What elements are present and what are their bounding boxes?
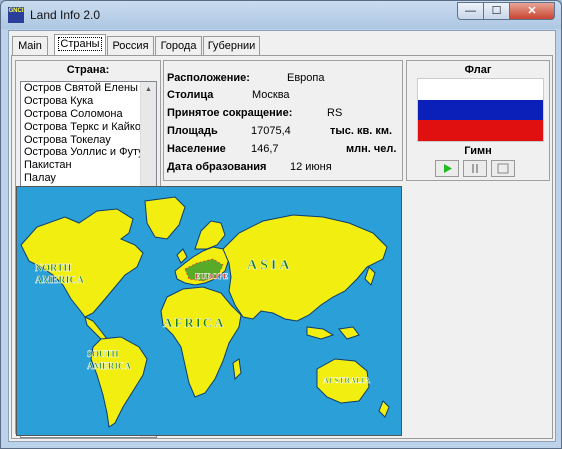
country-list-item[interactable]: Острова Кука: [22, 95, 141, 108]
flag-title: Флаг: [464, 64, 492, 76]
stop-button[interactable]: [491, 160, 515, 177]
tab-cities[interactable]: Города: [155, 36, 202, 55]
stop-icon: [497, 163, 509, 174]
country-list-item[interactable]: Остров Святой Елены: [22, 82, 141, 95]
scroll-up-icon[interactable]: ▲: [141, 82, 156, 97]
abbr-row: Принятое сокращение: RS: [167, 107, 342, 119]
area-label: Площадь: [167, 125, 218, 137]
tab-provinces[interactable]: Губернии: [203, 36, 260, 55]
founded-label: Дата образования: [167, 161, 267, 173]
location-value: Европа: [287, 72, 325, 84]
abbr-label: Принятое сокращение:: [167, 107, 293, 119]
country-list-item[interactable]: Палау: [22, 172, 141, 185]
close-button[interactable]: ✕: [509, 2, 555, 20]
flag-stripe-bottom: [418, 120, 543, 141]
country-list-item[interactable]: Острова Соломона: [22, 108, 141, 121]
tab-main[interactable]: Main: [12, 36, 48, 55]
capital-label: Столица: [167, 89, 214, 101]
map-label-south-america-2: AMERICA: [87, 361, 131, 371]
pause-button[interactable]: [463, 160, 487, 177]
tab-countries[interactable]: Страны: [54, 34, 106, 56]
minimize-button[interactable]: —: [457, 2, 484, 20]
country-flag: [417, 78, 544, 142]
info-group: Расположение: Европа Столица Москва Прин…: [163, 60, 403, 181]
play-button[interactable]: [435, 160, 459, 177]
map-label-asia: ASIA: [247, 258, 292, 273]
title-bar[interactable]: GNCI Land Info 2.0 — ☐ ✕: [1, 1, 561, 29]
world-map-graphic: NORTH AMERICA SOUTH AMERICA EUROPE AFRIC…: [17, 187, 401, 435]
population-value: 146,7: [251, 143, 279, 155]
country-list-item[interactable]: Пакистан: [22, 159, 141, 172]
country-list-item[interactable]: Острова Теркс и Кайкос: [22, 121, 141, 134]
area-value: 17075,4: [251, 125, 291, 137]
location-row: Расположение: Европа: [167, 72, 325, 84]
main-window: GNCI Land Info 2.0 — ☐ ✕ Main Страны Рос…: [0, 0, 562, 449]
client-area: Main Страны Россия Города Губернии Стран…: [8, 30, 556, 442]
app-icon: GNCI: [8, 7, 24, 23]
abbr-value: RS: [327, 107, 343, 119]
map-label-europe: EUROPE: [195, 272, 228, 281]
map-label-africa: AFRICA: [163, 315, 226, 330]
area-row: Площадь 17075,4 тыс. кв. км.: [167, 125, 403, 137]
tab-panel: Страна: Остров Святой Елены Острова Кука О…: [11, 55, 553, 439]
anthem-label: Гимн: [464, 145, 492, 157]
window-title: Land Info 2.0: [30, 8, 101, 22]
capital-row: Столица Москва: [167, 89, 290, 101]
founded-value: 12 июня: [290, 161, 332, 173]
world-map[interactable]: NORTH AMERICA SOUTH AMERICA EUROPE AFRIC…: [16, 186, 402, 436]
flag-stripe-middle: [418, 99, 543, 121]
capital-value: Москва: [252, 89, 290, 101]
map-label-north-america-2: AMERICA: [35, 275, 85, 286]
map-label-south-america-1: SOUTH: [87, 349, 119, 359]
population-unit: млн. чел.: [346, 143, 397, 155]
population-label: Население: [167, 143, 226, 155]
maximize-button[interactable]: ☐: [483, 2, 510, 20]
area-unit: тыс. кв. км.: [330, 125, 393, 137]
map-label-north-america-1: NORTH: [35, 263, 72, 274]
founded-row: Дата образования 12 июня: [167, 161, 332, 173]
population-row: Население 146,7 млн. чел.: [167, 143, 403, 155]
play-icon: [444, 164, 452, 173]
location-label: Расположение:: [167, 72, 250, 84]
flag-stripe-top: [418, 79, 543, 100]
tab-russia[interactable]: Россия: [107, 36, 154, 55]
country-list-item[interactable]: Острова Уоллис и Футуна: [22, 146, 141, 159]
flag-group: Флаг Гимн: [406, 60, 550, 181]
pause-icon: [472, 164, 478, 173]
map-label-australia: AUSTRALIA: [323, 376, 370, 385]
country-list-item[interactable]: Острова Токелау: [22, 134, 141, 147]
country-group-title: Страна:: [66, 64, 110, 76]
